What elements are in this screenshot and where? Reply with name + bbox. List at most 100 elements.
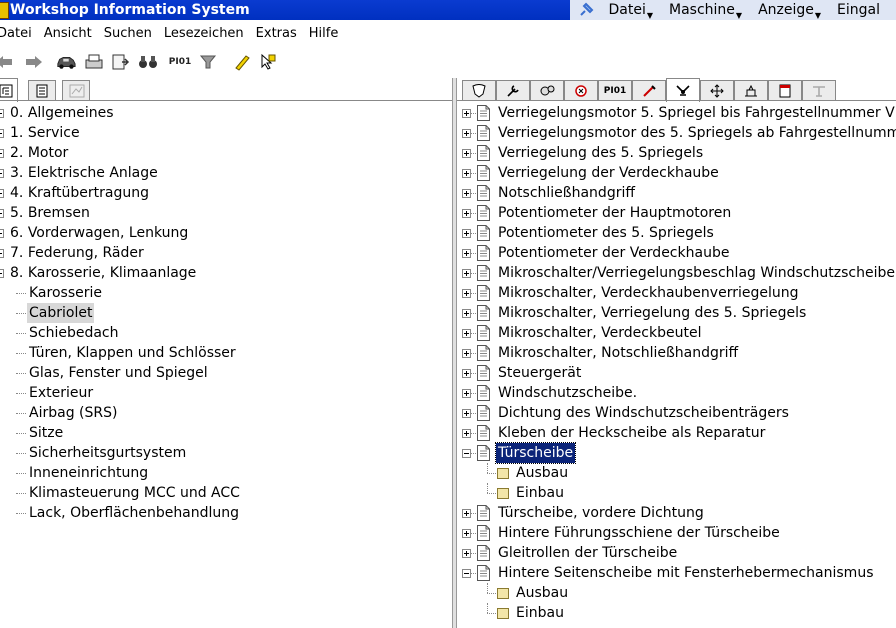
expand-plus-icon[interactable]: [462, 349, 471, 358]
procedure-item[interactable]: Ausbau: [457, 583, 896, 603]
expand-plus-icon[interactable]: [462, 429, 471, 438]
tree-item[interactable]: Sicherheitsgurtsystem: [0, 443, 452, 463]
host-menu-datei[interactable]: Datei▼: [608, 2, 653, 20]
print-icon[interactable]: [84, 52, 104, 72]
component-item[interactable]: Hintere Seitenscheibe mit Fensterheberme…: [457, 563, 896, 583]
host-menu-anzeige[interactable]: Anzeige▼: [758, 2, 821, 20]
tree-item[interactable]: Karosserie: [0, 283, 452, 303]
tab-parts[interactable]: [530, 80, 564, 100]
component-item[interactable]: Hintere Führungsschiene der Türscheibe: [457, 523, 896, 543]
component-item[interactable]: Mikroschalter, Notschließhandgriff: [457, 343, 896, 363]
expand-plus-icon[interactable]: [462, 209, 471, 218]
procedure-item[interactable]: Ausbau: [457, 463, 896, 483]
expand-plus-icon[interactable]: [462, 109, 471, 118]
tree-item[interactable]: Glas, Fenster und Spiegel: [0, 363, 452, 383]
expand-plus-icon[interactable]: [0, 109, 4, 118]
expand-plus-icon[interactable]: [0, 249, 4, 258]
component-item[interactable]: Gleitrollen der Türscheibe: [457, 543, 896, 563]
tab-info[interactable]: [462, 80, 496, 100]
tree-item[interactable]: Sitze: [0, 423, 452, 443]
tab-repair[interactable]: [564, 80, 598, 100]
tree-item[interactable]: Klimasteuerung MCC und ACC: [0, 483, 452, 503]
back-arrow-icon[interactable]: [0, 52, 14, 72]
collapse-minus-icon[interactable]: [462, 569, 471, 578]
component-item[interactable]: Notschließhandgriff: [457, 183, 896, 203]
component-item[interactable]: Steuergerät: [457, 363, 896, 383]
expand-plus-icon[interactable]: [0, 129, 4, 138]
tree-item[interactable]: Inneneinrichtung: [0, 463, 452, 483]
expand-plus-icon[interactable]: [0, 209, 4, 218]
menu-extras[interactable]: Extras: [256, 26, 297, 41]
component-item[interactable]: Potentiometer des 5. Spriegels: [457, 223, 896, 243]
expand-plus-icon[interactable]: [462, 509, 471, 518]
procedure-item[interactable]: Einbau: [457, 483, 896, 503]
tab-notes[interactable]: [768, 80, 802, 100]
expand-plus-icon[interactable]: [0, 149, 4, 158]
tab-diagram[interactable]: [62, 80, 90, 100]
component-item[interactable]: Potentiometer der Hauptmotoren: [457, 203, 896, 223]
tab-document-list[interactable]: [28, 80, 56, 100]
car-icon[interactable]: [56, 52, 76, 72]
tree-item[interactable]: 1. Service: [0, 123, 452, 143]
collapse-minus-icon[interactable]: [462, 449, 471, 458]
component-item[interactable]: Türscheibe, vordere Dichtung: [457, 503, 896, 523]
expand-plus-icon[interactable]: [462, 149, 471, 158]
pi-button[interactable]: PI01: [169, 52, 191, 72]
component-item[interactable]: Windschutzscheibe.: [457, 383, 896, 403]
host-menu-eingabe[interactable]: Eingal: [837, 2, 880, 18]
component-item[interactable]: Potentiometer der Verdeckhaube: [457, 243, 896, 263]
expand-plus-icon[interactable]: [0, 189, 4, 198]
expand-plus-icon[interactable]: [0, 229, 4, 238]
tree-item[interactable]: Lack, Oberflächenbehandlung: [0, 503, 452, 523]
tab-tools[interactable]: [496, 80, 530, 100]
tree-item[interactable]: 7. Federung, Räder: [0, 243, 452, 263]
component-item[interactable]: Kleben der Heckscheibe als Reparatur: [457, 423, 896, 443]
component-item[interactable]: Mikroschalter, Verdeckhaubenverriegelung: [457, 283, 896, 303]
tree-item[interactable]: 0. Allgemeines: [0, 103, 452, 123]
tab-pi[interactable]: PI01: [598, 80, 632, 100]
binoculars-icon[interactable]: [138, 52, 158, 72]
expand-plus-icon[interactable]: [462, 189, 471, 198]
tree-item[interactable]: 8. Karosserie, Klimaanlage: [0, 263, 452, 283]
tab-lift[interactable]: [734, 80, 768, 100]
forward-arrow-icon[interactable]: [24, 52, 44, 72]
expand-plus-icon[interactable]: [462, 529, 471, 538]
component-item[interactable]: Verriegelungsmotor 5. Spriegel bis Fahrg…: [457, 103, 896, 123]
expand-plus-icon[interactable]: [462, 309, 471, 318]
menu-datei[interactable]: Datei: [0, 26, 32, 41]
tab-navigation[interactable]: [700, 80, 734, 100]
expand-plus-icon[interactable]: [0, 169, 4, 178]
expand-plus-icon[interactable]: [462, 289, 471, 298]
tree-item[interactable]: 5. Bremsen: [0, 203, 452, 223]
tree-item[interactable]: 3. Elektrische Anlage: [0, 163, 452, 183]
menu-hilfe[interactable]: Hilfe: [309, 26, 339, 41]
expand-plus-icon[interactable]: [462, 549, 471, 558]
tree-item[interactable]: Airbag (SRS): [0, 403, 452, 423]
component-item[interactable]: Verriegelung der Verdeckhaube: [457, 163, 896, 183]
tab-torque[interactable]: [632, 80, 666, 100]
filter-icon[interactable]: [198, 52, 218, 72]
component-item[interactable]: Verriegelung des 5. Spriegels: [457, 143, 896, 163]
expand-plus-icon[interactable]: [462, 249, 471, 258]
component-item[interactable]: Verriegelungsmotor des 5. Spriegels ab F…: [457, 123, 896, 143]
component-item[interactable]: Türscheibe: [457, 442, 896, 464]
expand-plus-icon[interactable]: [462, 229, 471, 238]
expand-plus-icon[interactable]: [462, 409, 471, 418]
expand-plus-icon[interactable]: [462, 129, 471, 138]
expand-plus-icon[interactable]: [462, 369, 471, 378]
tree-item[interactable]: Schiebedach: [0, 323, 452, 343]
tree-item[interactable]: 6. Vorderwagen, Lenkung: [0, 223, 452, 243]
tab-components[interactable]: [666, 78, 700, 102]
document-export-icon[interactable]: [110, 52, 130, 72]
tree-item[interactable]: 4. Kraftübertragung: [0, 183, 452, 203]
highlighter-icon[interactable]: [232, 52, 252, 72]
expand-plus-icon[interactable]: [0, 269, 4, 278]
host-menu-maschine[interactable]: Maschine▼: [669, 2, 742, 20]
expand-plus-icon[interactable]: [462, 329, 471, 338]
expand-plus-icon[interactable]: [462, 389, 471, 398]
menu-suchen[interactable]: Suchen: [104, 26, 152, 41]
tab-tree-view[interactable]: [0, 78, 18, 102]
expand-plus-icon[interactable]: [462, 169, 471, 178]
component-item[interactable]: Dichtung des Windschutzscheibenträgers: [457, 403, 896, 423]
pointer-note-icon[interactable]: [258, 52, 278, 72]
